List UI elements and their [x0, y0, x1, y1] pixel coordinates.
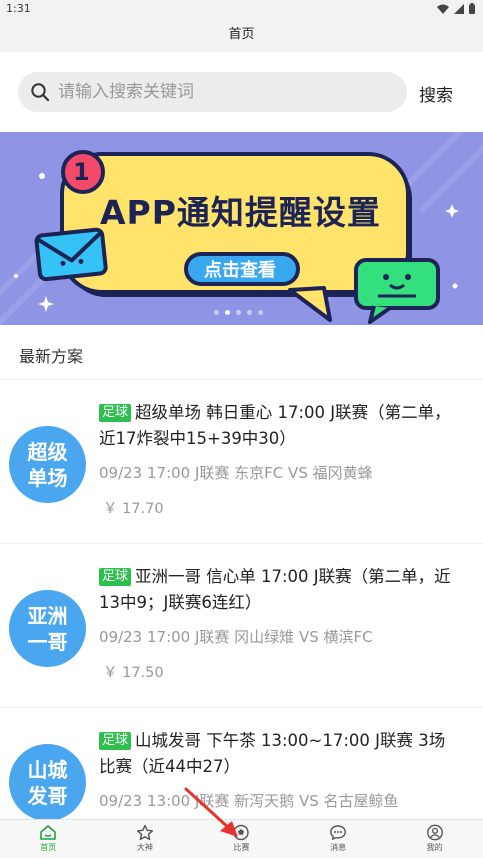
plan-title: 足球 亚洲一哥 信心单 17:00 J联赛（第二单，近13中9；J联赛6连红）	[99, 564, 461, 616]
nav-item-home[interactable]: 首页	[0, 820, 97, 858]
sport-tag: 足球	[99, 404, 132, 422]
nav-label: 大神	[136, 843, 153, 852]
search-box[interactable]	[18, 72, 407, 112]
avatar-line: 山城	[27, 757, 68, 782]
sport-tag: 足球	[99, 732, 132, 750]
nav-label: 首页	[40, 843, 57, 852]
status-icons	[437, 3, 475, 14]
avatar-line: 一哥	[27, 629, 68, 654]
nav-item-masters[interactable]: 大神	[97, 820, 194, 858]
plan-title: 足球 超级单场 韩日重心 17:00 J联赛（第二单，近17炸裂中15+39中30…	[99, 400, 461, 452]
banner-dot[interactable]	[236, 310, 241, 315]
plan-meta: 09/23 17:00 J联赛 冈山绿雉 VS 横滨FC	[99, 628, 373, 646]
search-input[interactable]	[58, 82, 378, 102]
plan-title-text: 亚洲一哥 信心单 17:00 J联赛（第二单，近13中9；J联赛6连红）	[99, 567, 451, 612]
nav-item-matches[interactable]: 比赛	[193, 820, 290, 858]
wifi-icon	[437, 4, 449, 14]
plan-title-text: 山城发哥 下午茶 13:00~17:00 J联赛 3场比赛（近44中27）	[99, 731, 446, 776]
nav-item-messages[interactable]: 消息	[290, 820, 387, 858]
battery-icon	[469, 3, 475, 14]
avatar: 超级 单场	[9, 426, 86, 503]
search-area: 搜索	[0, 52, 483, 132]
banner-pagination	[214, 310, 263, 315]
avatar-line: 单场	[27, 465, 68, 490]
banner-dot[interactable]	[214, 310, 219, 315]
bottom-nav: 首页 大神 比赛 消息 我的	[0, 819, 483, 858]
banner-headline: APP通知提醒设置	[100, 193, 381, 232]
avatar-line: 发哥	[27, 783, 68, 808]
plan-card[interactable]: 超级 单场 足球 超级单场 韩日重心 17:00 J联赛（第二单，近17炸裂中15…	[0, 380, 483, 544]
home-icon	[40, 825, 57, 840]
plan-card[interactable]: 山城 发哥 足球 山城发哥 下午茶 13:00~17:00 J联赛 3场比赛（近4…	[0, 708, 483, 819]
status-time: 1:31	[6, 2, 31, 15]
signal-icon	[454, 3, 464, 14]
star-icon	[136, 824, 153, 841]
avatar-line: 亚洲	[27, 603, 68, 628]
nav-label: 比赛	[233, 843, 250, 852]
section-title: 最新方案	[19, 347, 84, 366]
plan-meta: 09/23 17:00 J联赛 东京FC VS 福冈黄蜂	[99, 464, 373, 482]
plan-title-text: 超级单场 韩日重心 17:00 J联赛（第二单，近17炸裂中15+39中30）	[99, 403, 451, 448]
page-title: 首页	[228, 27, 255, 42]
search-button[interactable]: 搜索	[419, 81, 453, 106]
plan-price: ￥ 17.70	[103, 501, 164, 517]
avatar: 亚洲 一哥	[9, 590, 86, 667]
banner-dot-active[interactable]	[225, 310, 230, 315]
banner-dot[interactable]	[247, 310, 252, 315]
nav-label: 我的	[426, 843, 443, 852]
nav-label: 消息	[330, 843, 347, 852]
football-icon	[233, 824, 250, 841]
message-icon	[330, 825, 346, 840]
banner-cta-button[interactable]: 点击查看	[204, 256, 276, 282]
app-title-bar: 首页	[0, 18, 483, 52]
avatar: 山城 发哥	[9, 744, 86, 819]
promo-banner[interactable]: 1 APP通知提醒设置 点击查看	[0, 132, 483, 325]
plan-price: ￥ 17.50	[103, 665, 164, 681]
status-bar: 1:31	[0, 0, 483, 18]
avatar-line: 超级	[27, 439, 68, 464]
plan-title: 足球 山城发哥 下午茶 13:00~17:00 J联赛 3场比赛（近44中27）	[99, 728, 461, 780]
search-icon	[31, 83, 50, 102]
banner-badge-number: 1	[73, 158, 90, 186]
user-icon	[426, 824, 443, 841]
sport-tag: 足球	[99, 568, 132, 586]
banner-dot[interactable]	[258, 310, 263, 315]
nav-item-profile[interactable]: 我的	[386, 820, 483, 858]
plan-meta: 09/23 13:00 J联赛 新泻天鹅 VS 名古屋鲸鱼	[99, 792, 399, 810]
section-header: 最新方案	[0, 325, 483, 380]
plan-card[interactable]: 亚洲 一哥 足球 亚洲一哥 信心单 17:00 J联赛（第二单，近13中9；J联赛…	[0, 544, 483, 708]
